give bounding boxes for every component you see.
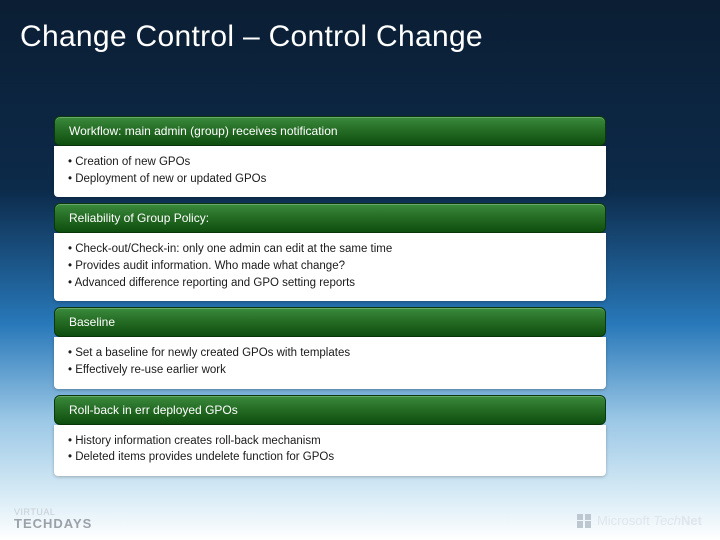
- footer-right-logo: Microsoft TechNet: [577, 513, 702, 528]
- section-3-body: Set a baseline for newly created GPOs wi…: [54, 337, 606, 388]
- footer-left-logo: VIRTUAL TECHDAYS: [14, 508, 92, 530]
- footer-microsoft-text: Microsoft: [597, 513, 650, 528]
- section-1: Workflow: main admin (group) receives no…: [54, 116, 606, 197]
- section-1-item: Creation of new GPOs: [68, 154, 592, 171]
- microsoft-logo-icon: [577, 514, 591, 528]
- section-1-header: Workflow: main admin (group) receives no…: [54, 116, 606, 146]
- section-3-item: Effectively re-use earlier work: [68, 362, 592, 379]
- section-4-item: History information creates roll-back me…: [68, 433, 592, 450]
- section-3: Baseline Set a baseline for newly create…: [54, 307, 606, 388]
- section-1-item: Deployment of new or updated GPOs: [68, 171, 592, 188]
- section-4: Roll-back in err deployed GPOs History i…: [54, 395, 606, 476]
- section-4-header: Roll-back in err deployed GPOs: [54, 395, 606, 425]
- footer-brand-text: Microsoft TechNet: [597, 513, 702, 528]
- footer-technet-text: TechNet: [653, 513, 702, 528]
- slide: Change Control – Control Change Workflow…: [0, 0, 720, 540]
- section-3-header: Baseline: [54, 307, 606, 337]
- section-3-item: Set a baseline for newly created GPOs wi…: [68, 345, 592, 362]
- section-2-header: Reliability of Group Policy:: [54, 203, 606, 233]
- section-4-item: Deleted items provides undelete function…: [68, 449, 592, 466]
- content-stack: Workflow: main admin (group) receives no…: [54, 116, 606, 482]
- section-2-item: Advanced difference reporting and GPO se…: [68, 275, 592, 292]
- slide-title: Change Control – Control Change: [0, 0, 720, 54]
- section-2: Reliability of Group Policy: Check-out/C…: [54, 203, 606, 301]
- section-2-item: Provides audit information. Who made wha…: [68, 258, 592, 275]
- section-2-body: Check-out/Check-in: only one admin can e…: [54, 233, 606, 301]
- section-2-item: Check-out/Check-in: only one admin can e…: [68, 241, 592, 258]
- section-4-body: History information creates roll-back me…: [54, 425, 606, 476]
- footer-techdays-text: TECHDAYS: [14, 517, 92, 530]
- section-1-body: Creation of new GPOs Deployment of new o…: [54, 146, 606, 197]
